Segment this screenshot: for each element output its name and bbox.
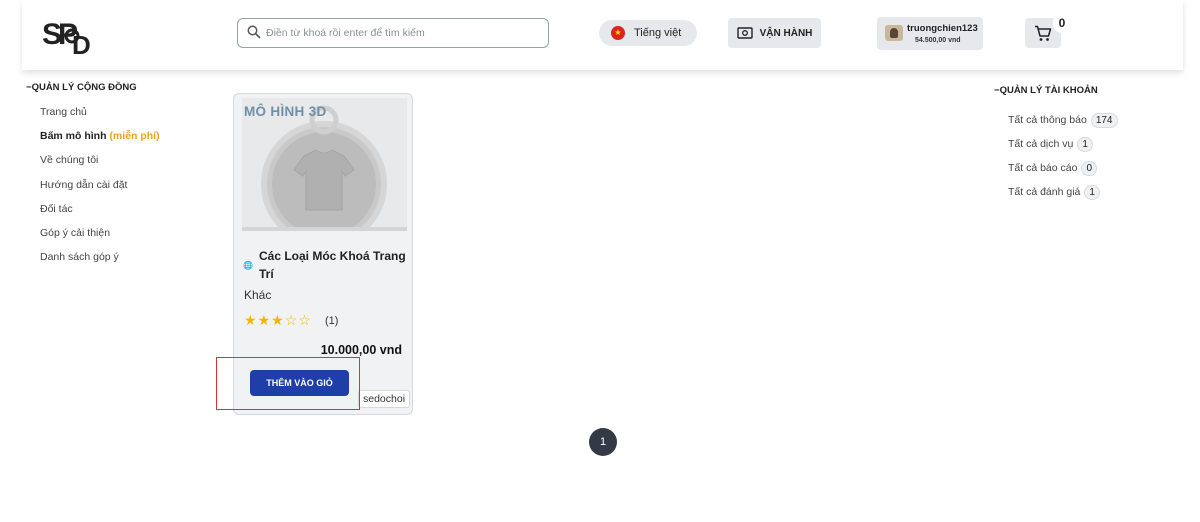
star-filled-icon: ★ bbox=[257, 312, 272, 328]
sidebar-item-all-reports[interactable]: Tất cả báo cáo 0 bbox=[1008, 156, 1118, 180]
sidebar-item-all-notifications[interactable]: Tất cả thông báo 174 bbox=[1008, 108, 1118, 132]
product-price: 10.000,00 vnd bbox=[320, 343, 402, 357]
sidebar-item-label: Tất cả dịch vụ bbox=[1008, 138, 1074, 150]
search-icon bbox=[247, 25, 261, 39]
site-logo[interactable]: SP D bbox=[42, 14, 102, 60]
vietnam-flag-icon: ★ bbox=[611, 26, 625, 40]
top-header: SP D ★ Tiếng việt VẬN HÀNH truongchien12… bbox=[22, 0, 1183, 70]
sidebar-item-label: Tất cả đánh giá bbox=[1008, 186, 1081, 198]
operations-label: VẬN HÀNH bbox=[759, 27, 813, 39]
highlight-box bbox=[216, 357, 360, 410]
star-filled-icon: ★ bbox=[271, 312, 285, 328]
seller-tag[interactable]: sedochoi bbox=[358, 390, 411, 408]
image-tag: MÔ HÌNH 3D bbox=[244, 104, 327, 119]
account-management-title: −QUẢN LÝ TÀI KHOẢN bbox=[994, 85, 1098, 96]
community-management-title: −QUẢN LÝ CỘNG ĐỒNG bbox=[26, 82, 137, 93]
pagination-page-1[interactable]: 1 bbox=[589, 428, 617, 456]
product-title[interactable]: Các Loại Móc Khoá Trang Trí bbox=[243, 247, 408, 283]
user-account-button[interactable]: truongchien123 54.500,00 vnd bbox=[877, 17, 983, 50]
star-empty-icon: ☆ bbox=[298, 312, 312, 328]
search-box[interactable] bbox=[237, 18, 549, 48]
product-image[interactable]: MÔ HÌNH 3D bbox=[242, 98, 407, 231]
count-badge: 1 bbox=[1077, 136, 1093, 152]
cart-count-badge: 0 bbox=[1053, 13, 1071, 33]
sidebar-item-feedback-list[interactable]: Danh sách góp ý bbox=[40, 251, 160, 275]
rating-count: (1) bbox=[325, 315, 339, 327]
left-sidebar-menu: Trang chủ Bấm mô hình (miễn phí) Về chún… bbox=[40, 106, 160, 275]
sidebar-item-label: Tất cả thông báo bbox=[1008, 114, 1087, 126]
sidebar-item-all-reviews[interactable]: Tất cả đánh giá 1 bbox=[1008, 180, 1118, 204]
sidebar-item-about-us[interactable]: Về chúng tôi bbox=[40, 154, 160, 178]
sidebar-item-home[interactable]: Trang chủ bbox=[40, 106, 160, 130]
sidebar-item-label: Bấm mô hình bbox=[40, 130, 107, 143]
count-badge: 174 bbox=[1090, 112, 1118, 128]
rating-stars: ★★★☆☆ bbox=[244, 312, 312, 329]
sidebar-item-partners[interactable]: Đối tác bbox=[40, 203, 160, 227]
sidebar-item-model-slicing[interactable]: Bấm mô hình (miễn phí) bbox=[40, 130, 160, 154]
product-category: Khác bbox=[244, 288, 272, 302]
avatar bbox=[885, 25, 903, 41]
shopping-cart-icon bbox=[1035, 25, 1052, 41]
sidebar-item-install-guide[interactable]: Hướng dẫn cài đặt bbox=[40, 179, 160, 203]
search-input[interactable] bbox=[266, 23, 536, 43]
free-label: (miễn phí) bbox=[109, 130, 160, 143]
sidebar-item-feedback[interactable]: Góp ý cải thiện bbox=[40, 227, 160, 251]
sidebar-item-all-services[interactable]: Tất cả dịch vụ 1 bbox=[1008, 132, 1118, 156]
count-badge: 1 bbox=[1084, 184, 1100, 200]
username: truongchien123 bbox=[907, 23, 978, 34]
operations-button[interactable]: VẬN HÀNH bbox=[728, 18, 821, 48]
sidebar-item-label: Tất cả báo cáo bbox=[1008, 162, 1078, 174]
star-empty-icon: ☆ bbox=[284, 312, 299, 328]
language-label: Tiếng việt bbox=[634, 27, 682, 39]
right-sidebar-menu: Tất cả thông báo 174 Tất cả dịch vụ 1 Tấ… bbox=[1008, 108, 1118, 204]
money-icon bbox=[736, 27, 753, 39]
language-selector[interactable]: ★ Tiếng việt bbox=[599, 20, 697, 46]
star-filled-icon: ★ bbox=[244, 312, 258, 328]
svg-text:D: D bbox=[72, 30, 91, 56]
count-badge: 0 bbox=[1081, 160, 1098, 176]
account-balance: 54.500,00 vnd bbox=[915, 37, 961, 44]
